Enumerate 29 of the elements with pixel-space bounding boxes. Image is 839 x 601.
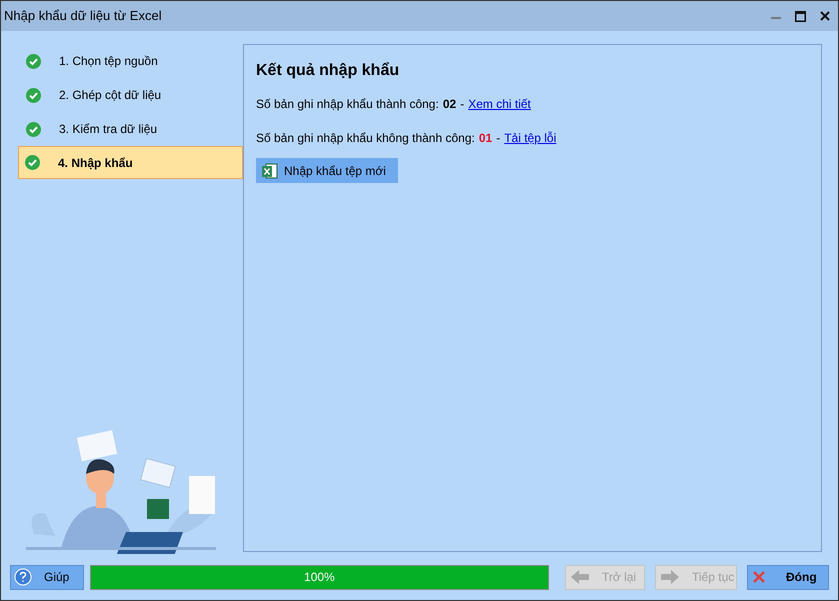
link[interactable]: Tải tệp lỗi <box>504 129 556 147</box>
help-button[interactable]: Giúp <box>10 564 84 590</box>
close-icon <box>752 570 766 584</box>
wizard-step[interactable]: 1. Chọn tệp nguồn <box>18 44 243 78</box>
result-label: Số bản ghi nhập khẩu thành công: <box>256 96 439 113</box>
progress-reading: 100% <box>303 569 336 586</box>
record-count: 01 <box>478 130 492 147</box>
check-icon <box>25 155 40 170</box>
separator: - <box>460 96 464 113</box>
close-icon[interactable] <box>820 11 830 21</box>
check-icon <box>26 54 41 68</box>
wizard-step[interactable]: 2. Ghép cột dữ liệu <box>18 78 243 112</box>
result-label: Số bản ghi nhập khẩu không thành công: <box>256 130 475 147</box>
window-title: Nhập khẩu dữ liệu từ Excel <box>4 7 163 26</box>
record-count: 02 <box>442 96 456 113</box>
right-arrow-icon <box>660 569 680 585</box>
wizard-step[interactable]: 4. Nhập khẩu <box>18 146 243 179</box>
maximize-icon[interactable] <box>795 10 806 22</box>
left-arrow-icon <box>570 569 590 585</box>
wizard-step[interactable]: 3. Kiểm tra dữ liệu <box>18 112 243 146</box>
link[interactable]: Xem chi tiết <box>468 95 531 113</box>
separator: - <box>496 130 500 147</box>
import-new-file-button[interactable]: Nhập khẩu tệp mới <box>256 158 398 183</box>
spreadsheet-icon <box>262 162 278 178</box>
check-icon <box>26 122 41 136</box>
check-icon <box>26 88 41 102</box>
close-button[interactable]: Đóng <box>747 564 829 590</box>
section-heading: Kết quả nhập khẩu <box>256 61 400 81</box>
help-icon <box>14 568 32 586</box>
